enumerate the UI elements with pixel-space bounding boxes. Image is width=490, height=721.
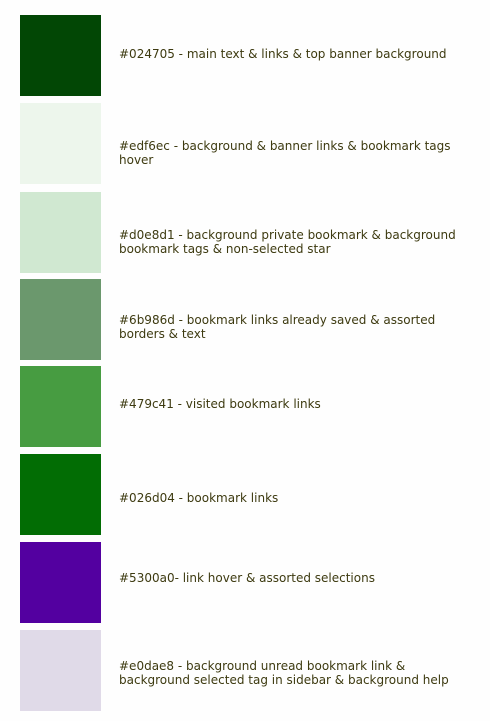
swatch-row-3: #d0e8d1 - background private bookmark & … (0, 192, 490, 274)
color-swatch-4 (20, 279, 101, 360)
color-swatch-5 (20, 366, 101, 447)
color-swatch-8 (20, 630, 101, 711)
swatch-label-1: #024705 - main text & links & top banner… (119, 47, 447, 61)
swatch-row-7: #5300a0- link hover & assorted selection… (0, 542, 490, 624)
swatch-label-8: #e0dae8 - background unread bookmark lin… (119, 659, 449, 687)
swatch-row-4: #6b986d - bookmark links already saved &… (0, 279, 490, 361)
swatch-label-6: #026d04 - bookmark links (119, 491, 279, 505)
swatch-label-3: #d0e8d1 - background private bookmark & … (119, 228, 456, 256)
swatch-row-2: #edf6ec - background & banner links & bo… (0, 103, 490, 185)
color-swatch-1 (20, 15, 101, 96)
swatch-row-1: #024705 - main text & links & top banner… (0, 15, 490, 97)
swatch-row-6: #026d04 - bookmark links (0, 454, 490, 536)
swatch-label-2: #edf6ec - background & banner links & bo… (119, 139, 451, 167)
swatch-label-7: #5300a0- link hover & assorted selection… (119, 571, 375, 585)
swatch-row-8: #e0dae8 - background unread bookmark lin… (0, 630, 490, 712)
swatch-label-5: #479c41 - visited bookmark links (119, 397, 321, 411)
color-swatch-3 (20, 192, 101, 273)
color-swatch-7 (20, 542, 101, 623)
swatch-row-5: #479c41 - visited bookmark links (0, 366, 490, 448)
swatch-label-4: #6b986d - bookmark links already saved &… (119, 313, 436, 341)
color-swatch-6 (20, 454, 101, 535)
color-swatch-2 (20, 103, 101, 184)
